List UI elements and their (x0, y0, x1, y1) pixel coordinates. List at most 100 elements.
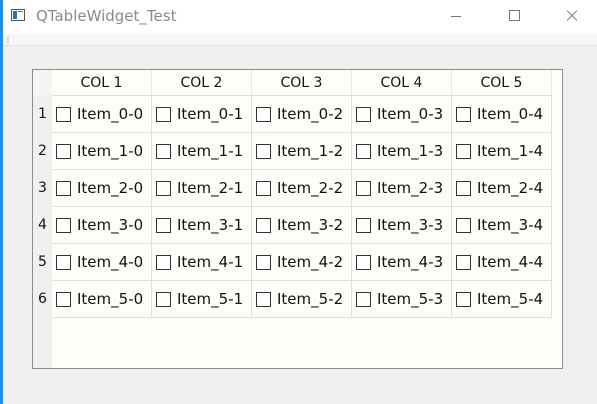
cell-label: Item_4-3 (377, 253, 444, 271)
table-cell[interactable]: Item_4-2 (252, 244, 352, 281)
cell-checkbox[interactable] (56, 107, 71, 122)
cell-checkbox[interactable] (456, 107, 471, 122)
cell-label: Item_2-0 (77, 179, 144, 197)
cell-checkbox[interactable] (456, 181, 471, 196)
table-cell[interactable]: Item_1-1 (152, 133, 252, 170)
row-header[interactable]: 3 (33, 170, 52, 207)
cell-checkbox[interactable] (456, 218, 471, 233)
table-cell[interactable]: Item_0-0 (52, 96, 152, 133)
table-cell[interactable]: Item_5-1 (152, 281, 252, 318)
table-widget[interactable]: COL 1 COL 2 COL 3 COL 4 COL 5 1 2 3 4 5 6 Item_0-0 I… (32, 69, 563, 369)
cell-checkbox[interactable] (156, 218, 171, 233)
table-cell[interactable]: Item_0-1 (152, 96, 252, 133)
cell-checkbox[interactable] (356, 107, 371, 122)
cell-checkbox[interactable] (256, 218, 271, 233)
cell-checkbox[interactable] (356, 144, 371, 159)
cell-checkbox[interactable] (356, 181, 371, 196)
cell-label: Item_0-3 (377, 105, 444, 123)
cell-checkbox[interactable] (256, 181, 271, 196)
cell-checkbox[interactable] (256, 144, 271, 159)
table-cell[interactable]: Item_4-3 (352, 244, 452, 281)
cell-checkbox[interactable] (56, 255, 71, 270)
cell-checkbox[interactable] (156, 107, 171, 122)
cell-label: Item_5-0 (77, 290, 144, 308)
cell-label: Item_1-0 (77, 142, 144, 160)
table-cell[interactable]: Item_1-3 (352, 133, 452, 170)
table-cell[interactable]: Item_5-3 (352, 281, 452, 318)
cell-label: Item_1-2 (277, 142, 344, 160)
cell-checkbox[interactable] (356, 218, 371, 233)
table-cell[interactable]: Item_2-1 (152, 170, 252, 207)
table-cell[interactable]: Item_2-4 (452, 170, 552, 207)
table-corner-button[interactable] (33, 70, 52, 96)
cell-checkbox[interactable] (256, 292, 271, 307)
table-cell[interactable]: Item_1-0 (52, 133, 152, 170)
column-header[interactable]: COL 1 (52, 70, 152, 96)
table-cell[interactable]: Item_3-2 (252, 207, 352, 244)
table-cell[interactable]: Item_4-1 (152, 244, 252, 281)
cell-checkbox[interactable] (356, 255, 371, 270)
cell-label: Item_5-1 (177, 290, 244, 308)
cell-label: Item_3-3 (377, 216, 444, 234)
column-header[interactable]: COL 2 (152, 70, 252, 96)
row-header[interactable]: 5 (33, 244, 52, 281)
row-header[interactable]: 6 (33, 281, 52, 318)
table-cell[interactable]: Item_4-4 (452, 244, 552, 281)
title-bar[interactable]: QTableWidget_Test (3, 0, 597, 34)
cell-checkbox[interactable] (56, 292, 71, 307)
column-header[interactable]: COL 5 (452, 70, 552, 96)
column-header[interactable]: COL 4 (352, 70, 452, 96)
table-cell[interactable]: Item_0-4 (452, 96, 552, 133)
cell-checkbox[interactable] (356, 292, 371, 307)
table-cell[interactable]: Item_0-3 (352, 96, 452, 133)
cell-label: Item_1-3 (377, 142, 444, 160)
table-cell[interactable]: Item_2-0 (52, 170, 152, 207)
cell-label: Item_5-4 (477, 290, 544, 308)
toolbar-grip-icon[interactable] (7, 37, 9, 43)
column-header[interactable]: COL 3 (252, 70, 352, 96)
table-cell[interactable]: Item_5-0 (52, 281, 152, 318)
cell-checkbox[interactable] (156, 181, 171, 196)
table-cell[interactable]: Item_5-2 (252, 281, 352, 318)
cell-label: Item_2-2 (277, 179, 344, 197)
cell-checkbox[interactable] (256, 107, 271, 122)
row-header[interactable]: 2 (33, 133, 52, 170)
cell-checkbox[interactable] (156, 292, 171, 307)
cell-label: Item_1-4 (477, 142, 544, 160)
cell-label: Item_0-0 (77, 105, 144, 123)
close-button[interactable] (548, 0, 594, 33)
table-cell[interactable]: Item_3-3 (352, 207, 452, 244)
table-cell[interactable]: Item_5-4 (452, 281, 552, 318)
table-cell[interactable]: Item_0-2 (252, 96, 352, 133)
cell-checkbox[interactable] (56, 144, 71, 159)
cell-checkbox[interactable] (56, 181, 71, 196)
cell-label: Item_2-4 (477, 179, 544, 197)
cell-label: Item_3-4 (477, 216, 544, 234)
cell-checkbox[interactable] (456, 255, 471, 270)
cell-label: Item_5-2 (277, 290, 344, 308)
table-cell[interactable]: Item_1-4 (452, 133, 552, 170)
cell-checkbox[interactable] (156, 144, 171, 159)
cell-label: Item_3-0 (77, 216, 144, 234)
cell-label: Item_2-3 (377, 179, 444, 197)
minimize-button[interactable] (433, 0, 479, 33)
table-cell[interactable]: Item_2-2 (252, 170, 352, 207)
cell-label: Item_4-0 (77, 253, 144, 271)
table-cell[interactable]: Item_1-2 (252, 133, 352, 170)
table-cell[interactable]: Item_3-4 (452, 207, 552, 244)
table-cell[interactable]: Item_3-1 (152, 207, 252, 244)
row-header[interactable]: 1 (33, 96, 52, 133)
window-accent-border (0, 0, 3, 404)
table-cell[interactable]: Item_4-0 (52, 244, 152, 281)
toolbar-strip (3, 34, 597, 46)
cell-label: Item_4-2 (277, 253, 344, 271)
table-cell[interactable]: Item_3-0 (52, 207, 152, 244)
table-cell[interactable]: Item_2-3 (352, 170, 452, 207)
cell-checkbox[interactable] (456, 144, 471, 159)
row-header[interactable]: 4 (33, 207, 52, 244)
cell-checkbox[interactable] (56, 218, 71, 233)
cell-checkbox[interactable] (156, 255, 171, 270)
maximize-button[interactable] (490, 0, 536, 33)
cell-checkbox[interactable] (456, 292, 471, 307)
cell-checkbox[interactable] (256, 255, 271, 270)
